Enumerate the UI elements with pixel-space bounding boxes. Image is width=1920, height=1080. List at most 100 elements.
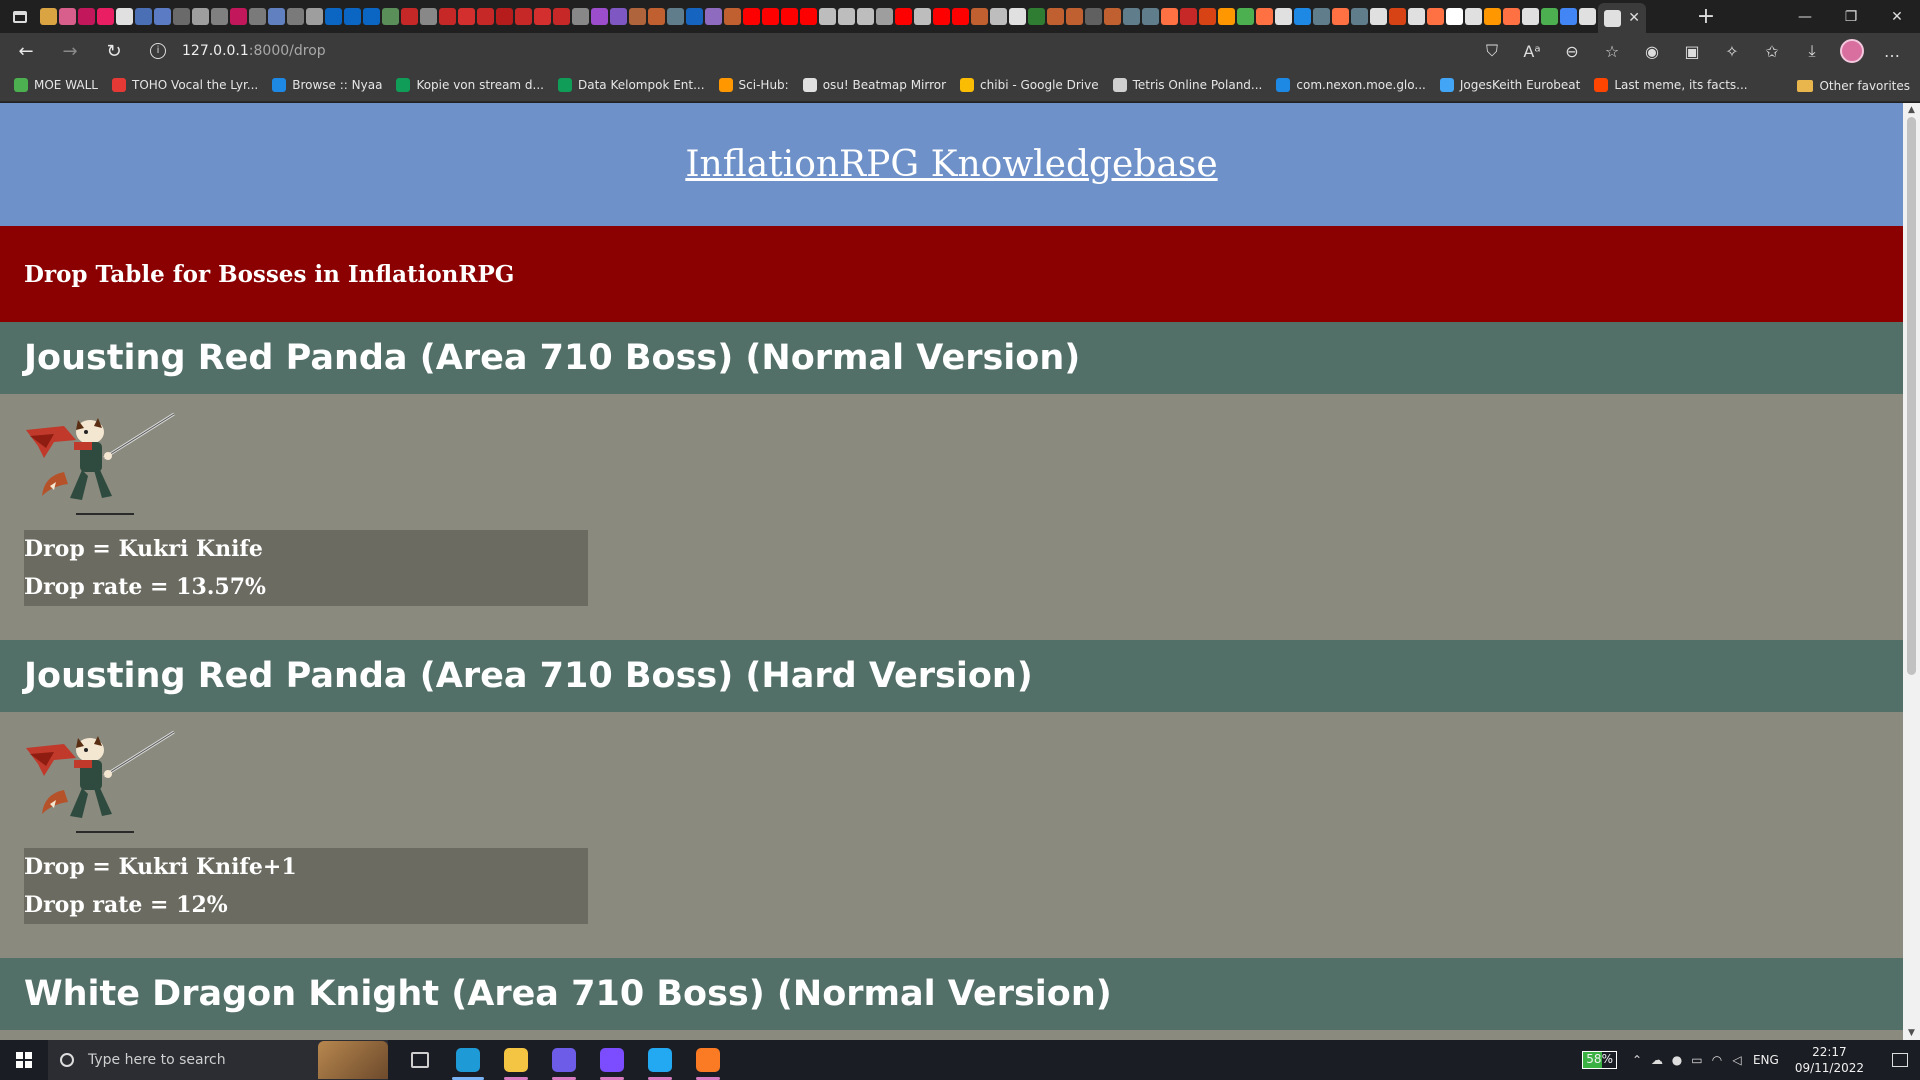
tab-17[interactable] bbox=[344, 8, 361, 25]
tab-49[interactable] bbox=[952, 8, 969, 25]
onedrive-icon[interactable]: ☁ bbox=[1647, 1053, 1667, 1067]
bookmark-item[interactable]: TOHO Vocal the Lyr... bbox=[111, 78, 258, 92]
bookmark-item[interactable]: Last meme, its facts... bbox=[1594, 78, 1748, 92]
tab-41[interactable] bbox=[800, 8, 817, 25]
back-button[interactable]: ← bbox=[8, 33, 44, 69]
tab-16[interactable] bbox=[325, 8, 342, 25]
tab-24[interactable] bbox=[477, 8, 494, 25]
tab-35[interactable] bbox=[686, 8, 703, 25]
tab-32[interactable] bbox=[629, 8, 646, 25]
tab-74[interactable] bbox=[1427, 8, 1444, 25]
battery-icon[interactable]: ▭ bbox=[1687, 1053, 1707, 1067]
taskbar-task-view-button[interactable] bbox=[396, 1040, 444, 1080]
page-scrollbar[interactable]: ▲ ▼ bbox=[1903, 103, 1920, 1040]
bookmark-item[interactable]: com.nexon.moe.glo... bbox=[1276, 78, 1426, 92]
tab-80[interactable] bbox=[1541, 8, 1558, 25]
tab-58[interactable] bbox=[1123, 8, 1140, 25]
tab-33[interactable] bbox=[648, 8, 665, 25]
tab-27[interactable] bbox=[534, 8, 551, 25]
bookmark-item[interactable]: Data Kelompok Ent... bbox=[558, 78, 705, 92]
tab-43[interactable] bbox=[838, 8, 855, 25]
scroll-down-arrow-icon[interactable]: ▼ bbox=[1903, 1026, 1920, 1040]
tab-38[interactable] bbox=[743, 8, 760, 25]
other-favorites-folder[interactable]: Other favorites bbox=[1797, 69, 1910, 102]
extension-icon[interactable]: ◉ bbox=[1632, 33, 1672, 69]
tab-19[interactable] bbox=[382, 8, 399, 25]
tab-44[interactable] bbox=[857, 8, 874, 25]
settings-more-icon[interactable]: … bbox=[1872, 33, 1912, 69]
bookmark-item[interactable]: JogesKeith Eurobeat bbox=[1439, 78, 1580, 92]
tab-5[interactable] bbox=[116, 8, 133, 25]
taskbar-search-box[interactable]: Type here to search bbox=[48, 1040, 388, 1080]
tab-53[interactable] bbox=[1028, 8, 1045, 25]
downloads-icon[interactable]: ⤓ bbox=[1792, 33, 1832, 69]
tab-79[interactable] bbox=[1522, 8, 1539, 25]
bookmark-item[interactable]: Tetris Online Poland... bbox=[1112, 78, 1262, 92]
tab-46[interactable] bbox=[895, 8, 912, 25]
tab-59[interactable] bbox=[1142, 8, 1159, 25]
tab-8[interactable] bbox=[173, 8, 190, 25]
tab-51[interactable] bbox=[990, 8, 1007, 25]
scroll-up-arrow-icon[interactable]: ▲ bbox=[1903, 103, 1920, 117]
tab-71[interactable] bbox=[1370, 8, 1387, 25]
tab-61[interactable] bbox=[1180, 8, 1197, 25]
bookmark-item[interactable]: Kopie von stream d... bbox=[396, 78, 544, 92]
tab-62[interactable] bbox=[1199, 8, 1216, 25]
taskbar-xampp-button[interactable] bbox=[684, 1040, 732, 1080]
extension-shield-icon[interactable]: ⛉ bbox=[1472, 33, 1512, 69]
notifications-icon[interactable] bbox=[1880, 1040, 1920, 1080]
tab-81[interactable] bbox=[1560, 8, 1577, 25]
tab-22[interactable] bbox=[439, 8, 456, 25]
tab-26[interactable] bbox=[515, 8, 532, 25]
tab-67[interactable] bbox=[1294, 8, 1311, 25]
tab-13[interactable] bbox=[268, 8, 285, 25]
tab-57[interactable] bbox=[1104, 8, 1121, 25]
wifi-icon[interactable]: ◠ bbox=[1707, 1053, 1727, 1067]
scrollbar-thumb[interactable] bbox=[1907, 117, 1916, 675]
minimize-button[interactable]: — bbox=[1782, 0, 1828, 33]
tab-78[interactable] bbox=[1503, 8, 1520, 25]
site-title-link[interactable]: InflationRPG Knowledgebase bbox=[685, 144, 1217, 185]
tab-3[interactable] bbox=[78, 8, 95, 25]
bookmark-item[interactable]: osu! Beatmap Mirror bbox=[802, 78, 946, 92]
tab-23[interactable] bbox=[458, 8, 475, 25]
tab-1[interactable] bbox=[40, 8, 57, 25]
tab-20[interactable] bbox=[401, 8, 418, 25]
show-hidden-icons-icon[interactable]: ⌃ bbox=[1627, 1053, 1647, 1067]
tab-60[interactable] bbox=[1161, 8, 1178, 25]
tab-28[interactable] bbox=[553, 8, 570, 25]
new-tab-button[interactable]: + bbox=[1690, 4, 1722, 29]
bookmark-item[interactable]: chibi - Google Drive bbox=[960, 78, 1099, 92]
tab-39[interactable] bbox=[762, 8, 779, 25]
taskbar-file-explorer-button[interactable] bbox=[492, 1040, 540, 1080]
tab-68[interactable] bbox=[1313, 8, 1330, 25]
tab-14[interactable] bbox=[287, 8, 304, 25]
bookmark-item[interactable]: Sci-Hub: bbox=[718, 78, 789, 92]
taskbar-github-button[interactable] bbox=[588, 1040, 636, 1080]
reload-button[interactable]: ↻ bbox=[96, 33, 132, 69]
tab-48[interactable] bbox=[933, 8, 950, 25]
tab-11[interactable] bbox=[230, 8, 247, 25]
tab-54[interactable] bbox=[1047, 8, 1064, 25]
tab-7[interactable] bbox=[154, 8, 171, 25]
tab-30[interactable] bbox=[591, 8, 608, 25]
tab-72[interactable] bbox=[1389, 8, 1406, 25]
add-favorite-icon[interactable]: ☆ bbox=[1592, 33, 1632, 69]
tab-4[interactable] bbox=[97, 8, 114, 25]
favorites-icon[interactable]: ✩ bbox=[1752, 33, 1792, 69]
tab-70[interactable] bbox=[1351, 8, 1368, 25]
tab-64[interactable] bbox=[1237, 8, 1254, 25]
microphone-icon[interactable]: ● bbox=[1667, 1053, 1687, 1067]
tab-34[interactable] bbox=[667, 8, 684, 25]
battery-indicator[interactable]: 58% bbox=[1582, 1051, 1617, 1069]
tab-6[interactable] bbox=[135, 8, 152, 25]
profile-avatar[interactable] bbox=[1832, 33, 1872, 69]
tab-18[interactable] bbox=[363, 8, 380, 25]
tab-29[interactable] bbox=[572, 8, 589, 25]
tab-36[interactable] bbox=[705, 8, 722, 25]
tab-15[interactable] bbox=[306, 8, 323, 25]
restore-button[interactable]: ❐ bbox=[1828, 0, 1874, 33]
tab-31[interactable] bbox=[610, 8, 627, 25]
tab-50[interactable] bbox=[971, 8, 988, 25]
tab-45[interactable] bbox=[876, 8, 893, 25]
